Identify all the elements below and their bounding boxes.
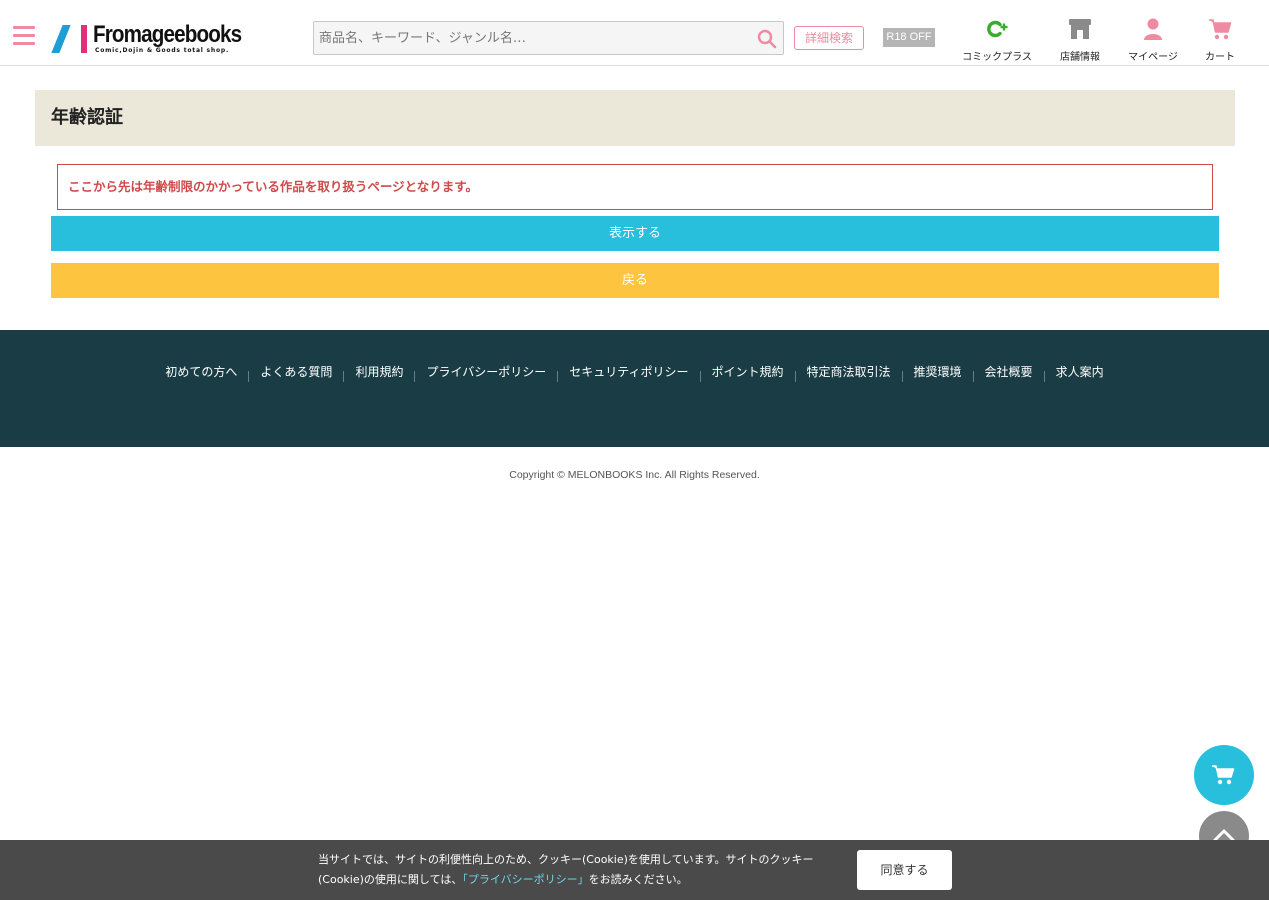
hamburger-menu-icon[interactable] xyxy=(13,26,35,46)
cart-icon xyxy=(1212,765,1235,785)
page-title: 年齢認証 xyxy=(51,107,123,128)
logo-blue-bar xyxy=(51,25,71,53)
nav-mypage[interactable]: マイページ xyxy=(1124,14,1182,64)
footer-separator xyxy=(1043,370,1045,382)
r18-toggle-button[interactable]: R18 OFF xyxy=(883,28,935,47)
page-title-bar: 年齢認証 xyxy=(35,90,1235,146)
search-input[interactable] xyxy=(314,22,754,54)
nav-comic-plus-label: コミックプラス xyxy=(962,52,1032,63)
footer-separator xyxy=(699,370,701,382)
footer-link-points[interactable]: ポイント規約 xyxy=(712,363,784,381)
nav-store-info[interactable]: 店舗情報 xyxy=(1055,14,1105,64)
nav-cart-label: カート xyxy=(1205,52,1235,63)
advanced-search-button[interactable]: 詳細検索 xyxy=(794,26,864,50)
footer-separator xyxy=(414,370,416,382)
nav-mypage-label: マイページ xyxy=(1128,52,1178,63)
logo-pink-bar xyxy=(81,25,87,53)
nav-store-info-label: 店舗情報 xyxy=(1060,52,1100,63)
user-icon xyxy=(1140,16,1166,42)
copyright-text: Copyright © MELONBOOKS Inc. All Rights R… xyxy=(509,469,760,481)
search-icon[interactable] xyxy=(757,29,777,49)
footer-link-first-time[interactable]: 初めての方へ xyxy=(165,363,237,381)
footer-link-terms[interactable]: 利用規約 xyxy=(355,363,403,381)
footer-separator xyxy=(557,370,559,382)
footer-separator xyxy=(794,370,796,382)
back-button[interactable]: 戻る xyxy=(51,263,1219,298)
footer-link-security[interactable]: セキュリティポリシー xyxy=(569,363,688,381)
footer-link-faq[interactable]: よくある質問 xyxy=(260,363,332,381)
footer-link-company[interactable]: 会社概要 xyxy=(985,363,1033,381)
age-restriction-notice: ここから先は年齢制限のかかっている作品を取り扱うページとなります。 xyxy=(57,164,1213,210)
site-logo[interactable]: Fromageebooks Comic,Dojin & Goods total … xyxy=(51,21,242,56)
footer-separator xyxy=(248,370,250,382)
show-button[interactable]: 表示する xyxy=(51,216,1219,251)
floating-cart-button[interactable] xyxy=(1194,745,1254,805)
site-footer: 初めての方へ よくある質問 利用規約 プライバシーポリシー セキュリティポリシー ポイント… xyxy=(0,330,1269,447)
footer-links: 初めての方へ よくある質問 利用規約 プライバシーポリシー セキュリティポリシー ポイント… xyxy=(0,363,1269,382)
cookie-text-part2: をお読みください。 xyxy=(588,873,688,886)
site-header: Fromageebooks Comic,Dojin & Goods total … xyxy=(0,0,1269,66)
cart-icon xyxy=(1207,16,1233,42)
privacy-policy-link[interactable]: 「プライバシーポリシー」 xyxy=(462,873,588,886)
logo-tagline: Comic,Dojin & Goods total shop. xyxy=(95,47,230,54)
logo-text: Fromageebooks xyxy=(93,21,242,48)
footer-link-commerce-law[interactable]: 特定商法取引法 xyxy=(807,363,891,381)
search-box xyxy=(313,21,784,55)
footer-separator xyxy=(901,370,903,382)
footer-separator xyxy=(972,370,974,382)
footer-link-environment[interactable]: 推奨環境 xyxy=(914,363,962,381)
cookie-banner-text: 当サイトでは、サイトの利便性向上のため、クッキー(Cookie)を使用しています… xyxy=(318,850,828,890)
footer-link-careers[interactable]: 求人案内 xyxy=(1056,363,1104,381)
cookie-agree-button[interactable]: 同意する xyxy=(857,850,952,890)
nav-comic-plus[interactable]: コミックプラス xyxy=(960,14,1034,64)
footer-link-privacy[interactable]: プライバシーポリシー xyxy=(426,363,546,381)
comic-plus-icon xyxy=(984,16,1010,42)
cookie-banner: 当サイトでは、サイトの利便性向上のため、クッキー(Cookie)を使用しています… xyxy=(0,840,1269,900)
nav-cart[interactable]: カート xyxy=(1198,14,1242,64)
footer-separator xyxy=(343,370,345,382)
store-icon xyxy=(1067,16,1093,42)
notice-text: ここから先は年齢制限のかかっている作品を取り扱うページとなります。 xyxy=(68,179,479,194)
